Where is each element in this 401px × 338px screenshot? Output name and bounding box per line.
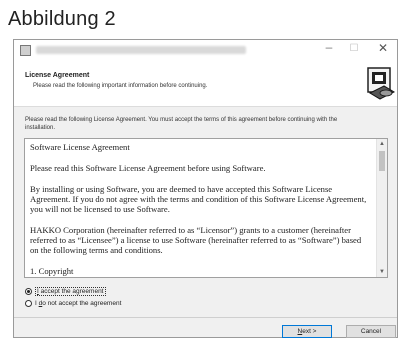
window-title-blurred [36,46,246,54]
license-text-area[interactable]: Software License Agreement Please read t… [24,138,388,278]
license-paragraph: HAKKO Corporation (hereinafter referred … [30,225,362,255]
license-paragraph: Software License Agreement [30,142,130,152]
accept-radio[interactable] [25,288,32,295]
cancel-button[interactable]: Cancel [346,325,396,338]
accept-option[interactable]: I accept the agreement [25,287,106,296]
figure-caption: Abbildung 2 [8,8,116,30]
next-button[interactable]: Next > [282,325,332,338]
footer-divider [14,317,397,318]
scroll-up-arrow-icon[interactable]: ▲ [377,139,387,149]
page-subtitle: Please read the following important info… [33,83,208,89]
title-bar[interactable]: – ☐ ✕ [14,40,397,60]
license-content: Software License Agreement Please read t… [30,142,370,277]
intro-text: Please read the following License Agreem… [25,117,338,131]
wizard-header: License Agreement Please read the follow… [14,60,397,107]
scroll-thumb[interactable] [379,151,385,171]
minimize-button[interactable]: – [320,40,338,54]
app-icon [20,45,31,56]
decline-radio[interactable] [25,300,32,307]
installer-window: – ☐ ✕ License Agreement Please read the … [13,39,398,338]
page-title: License Agreement [25,72,90,79]
setup-icon [367,67,396,100]
close-button[interactable]: ✕ [374,41,392,55]
decline-option[interactable]: I do not accept the agreement [25,300,121,307]
scroll-down-arrow-icon[interactable]: ▼ [377,267,387,277]
vertical-scrollbar[interactable]: ▲ ▼ [376,139,387,277]
license-paragraph: Please read this Software License Agreem… [30,163,266,173]
license-paragraph: By installing or using Software, you are… [30,184,367,214]
maximize-button[interactable]: ☐ [345,43,363,54]
accept-label[interactable]: I accept the agreement [35,287,106,296]
license-paragraph: 1. Copyright [30,266,74,276]
decline-label[interactable]: I do not accept the agreement [35,300,121,307]
